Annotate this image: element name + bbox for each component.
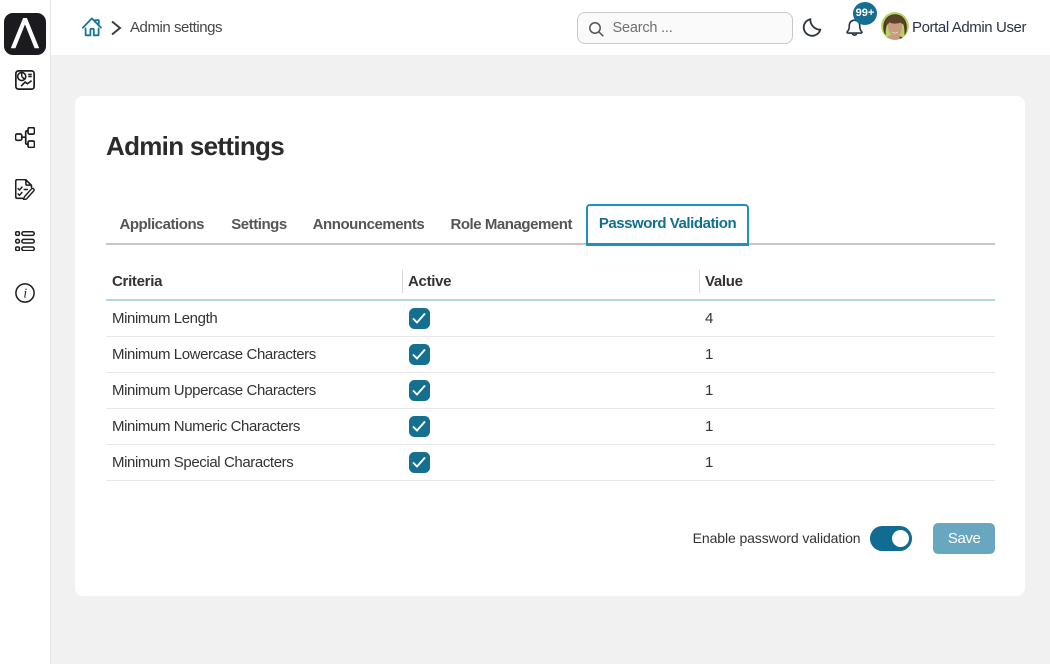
svg-text:i: i: [23, 286, 27, 301]
